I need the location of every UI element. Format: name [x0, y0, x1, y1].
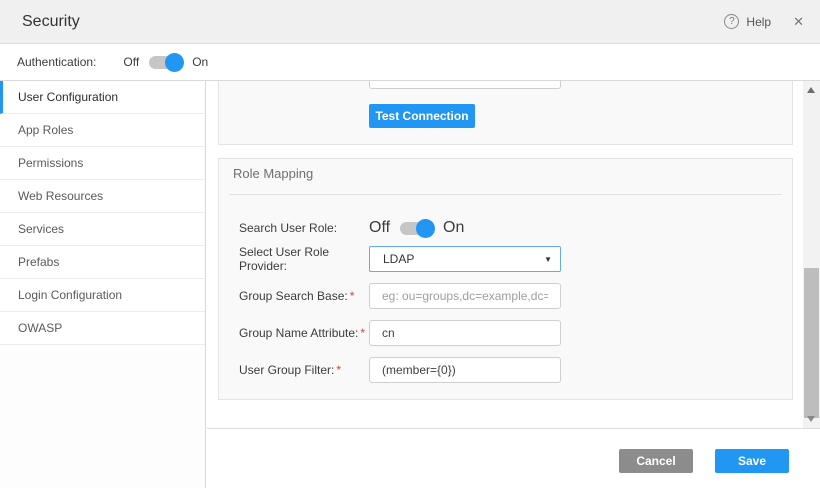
- sidebar-item-services[interactable]: Services: [0, 213, 205, 246]
- help-icon[interactable]: ?: [724, 14, 739, 29]
- label-text: Group Search Base:: [239, 289, 348, 303]
- search-user-role-toggle[interactable]: [400, 222, 433, 235]
- user-role-provider-select[interactable]: LDAP ▼: [369, 246, 561, 272]
- title-bar: Security ? Help ✕: [0, 0, 820, 44]
- action-bar: Cancel Save: [207, 428, 820, 488]
- search-user-role-on-label: On: [443, 219, 464, 237]
- scroll-up-arrow-icon[interactable]: [807, 87, 815, 93]
- page-title: Security: [22, 13, 80, 31]
- provider-label: Select User Role Provider:: [239, 245, 369, 273]
- required-asterisk: *: [360, 326, 365, 340]
- toggle-knob: [416, 219, 435, 238]
- label-text: User Group Filter:: [239, 363, 334, 377]
- user-group-filter-row: User Group Filter:*: [239, 357, 782, 383]
- help-link[interactable]: Help: [746, 15, 771, 29]
- save-button[interactable]: Save: [715, 449, 789, 473]
- test-connection-button[interactable]: Test Connection: [369, 104, 475, 128]
- role-mapping-panel: Role Mapping Search User Role: Off On Se…: [218, 158, 793, 400]
- sidebar-item-app-roles[interactable]: App Roles: [0, 114, 205, 147]
- sidebar-item-permissions[interactable]: Permissions: [0, 147, 205, 180]
- group-name-attribute-row: Group Name Attribute:*: [239, 320, 782, 346]
- sidebar-item-login-configuration[interactable]: Login Configuration: [0, 279, 205, 312]
- sidebar-item-prefabs[interactable]: Prefabs: [0, 246, 205, 279]
- group-search-base-label: Group Search Base:*: [239, 289, 369, 303]
- cancel-button[interactable]: Cancel: [619, 449, 693, 473]
- authentication-bar: Authentication: Off On: [0, 44, 820, 81]
- user-group-filter-label: User Group Filter:*: [239, 363, 369, 377]
- sidebar-item-web-resources[interactable]: Web Resources: [0, 180, 205, 213]
- provider-row: Select User Role Provider: LDAP ▼: [239, 246, 782, 272]
- toggle-knob: [165, 53, 184, 72]
- authentication-toggle[interactable]: [149, 56, 182, 69]
- vertical-scrollbar: [803, 81, 820, 428]
- sidebar-item-owasp[interactable]: OWASP: [0, 312, 205, 345]
- close-icon[interactable]: ✕: [793, 14, 804, 30]
- sidebar: User Configuration App Roles Permissions…: [0, 81, 206, 488]
- authentication-label: Authentication:: [17, 55, 96, 69]
- authentication-on-label: On: [192, 55, 208, 69]
- group-name-attribute-label: Group Name Attribute:*: [239, 326, 369, 340]
- search-user-role-row: Search User Role: Off On: [239, 215, 782, 241]
- user-group-filter-input[interactable]: [369, 357, 561, 383]
- content-scroll-area: Test Connection Role Mapping Search User…: [207, 81, 803, 428]
- label-text: Group Name Attribute:: [239, 326, 358, 340]
- group-name-attribute-input[interactable]: [369, 320, 561, 346]
- connection-input-partial[interactable]: [369, 81, 561, 89]
- security-dialog: Security ? Help ✕ Authentication: Off On…: [0, 0, 820, 488]
- titlebar-actions: ? Help ✕: [724, 14, 804, 30]
- chevron-down-icon: ▼: [544, 255, 552, 264]
- group-search-base-input[interactable]: [369, 283, 561, 309]
- role-mapping-title: Role Mapping: [233, 166, 313, 181]
- required-asterisk: *: [336, 363, 341, 377]
- sidebar-item-user-configuration[interactable]: User Configuration: [0, 81, 205, 114]
- search-user-role-label: Search User Role:: [239, 221, 369, 235]
- authentication-off-label: Off: [123, 55, 139, 69]
- group-search-base-row: Group Search Base:*: [239, 283, 782, 309]
- role-mapping-divider: [229, 194, 782, 195]
- connection-panel: Test Connection: [218, 81, 793, 145]
- provider-selected-value: LDAP: [383, 252, 414, 266]
- scrollbar-thumb[interactable]: [804, 268, 819, 418]
- required-asterisk: *: [350, 289, 355, 303]
- scroll-down-arrow-icon[interactable]: [807, 416, 815, 422]
- search-user-role-off-label: Off: [369, 219, 390, 237]
